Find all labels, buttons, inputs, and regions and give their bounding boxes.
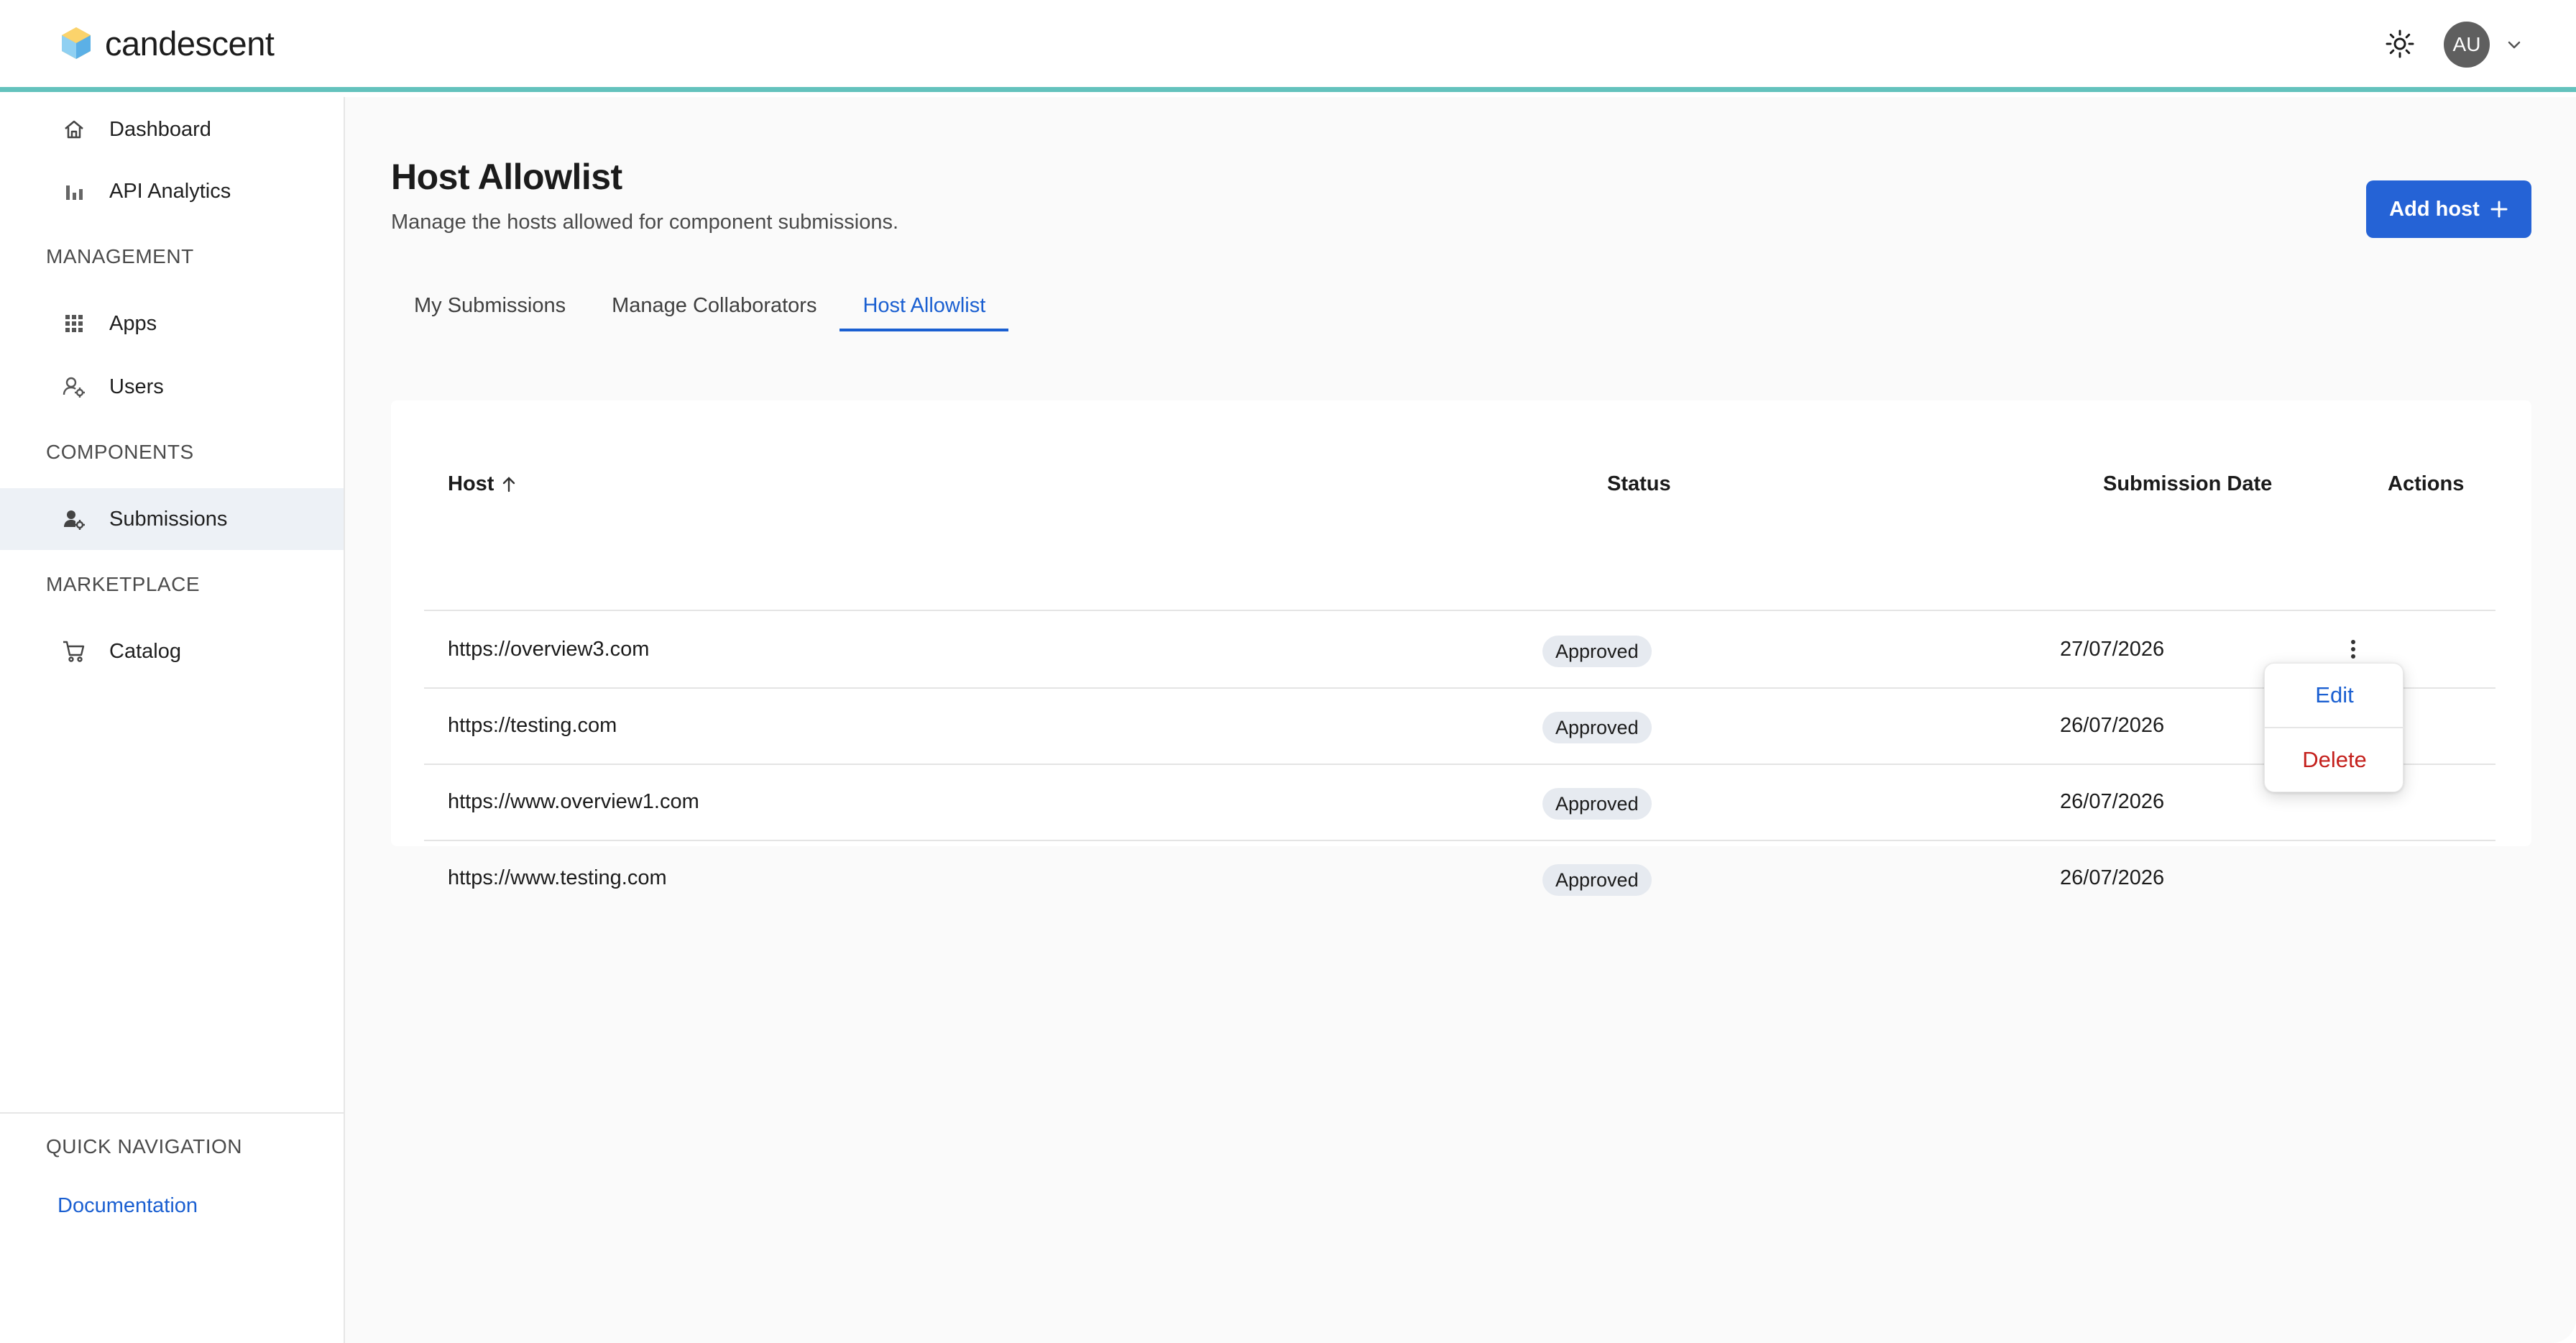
- bar-chart-icon: [60, 178, 88, 205]
- tab-bar: My Submissions Manage Collaborators Host…: [391, 280, 1009, 331]
- sidebar-item-api-analytics[interactable]: API Analytics: [0, 160, 344, 222]
- sidebar-divider: [0, 1112, 344, 1114]
- top-header: candescent AU: [0, 0, 2576, 92]
- table-row: https://overview3.com Approved 27/07/202…: [424, 611, 2496, 687]
- table-row: https://www.testing.com Approved 26/07/2…: [424, 840, 2496, 916]
- cart-icon: [60, 638, 88, 665]
- host-table-card: Host Status Submission Date Actions http…: [391, 400, 2531, 896]
- tab-manage-collaborators[interactable]: Manage Collaborators: [589, 280, 840, 331]
- edit-menu-item[interactable]: Edit: [2265, 664, 2404, 727]
- sidebar-item-label: Dashboard: [109, 117, 211, 141]
- brand-name: candescent: [105, 24, 275, 63]
- documentation-link[interactable]: Documentation: [58, 1194, 198, 1218]
- logo-hexagon-icon: [62, 27, 91, 59]
- status-badge: Approved: [1542, 636, 1652, 667]
- sidebar-item-label: Catalog: [109, 639, 181, 663]
- chevron-down-icon: [2508, 41, 2521, 49]
- column-header-actions: Actions: [2388, 472, 2465, 495]
- brand-logo[interactable]: candescent: [60, 24, 275, 63]
- sidebar-item-apps[interactable]: Apps: [0, 293, 344, 354]
- sidebar: Dashboard API Analytics MANAGEMENT Apps: [0, 97, 345, 1343]
- host-cell: https://overview3.com: [448, 637, 650, 661]
- section-label-management: MANAGEMENT: [46, 245, 194, 267]
- sidebar-item-label: Users: [109, 375, 164, 398]
- sidebar-item-label: Apps: [109, 311, 157, 335]
- sidebar-item-label: API Analytics: [109, 179, 231, 203]
- status-badge: Approved: [1542, 788, 1652, 820]
- column-header-label: Host: [448, 472, 494, 495]
- tab-host-allowlist[interactable]: Host Allowlist: [840, 280, 1009, 331]
- table-row: https://testing.com Approved 26/07/2026: [424, 687, 2496, 764]
- delete-menu-item[interactable]: Delete: [2265, 728, 2404, 792]
- page-subtitle: Manage the hosts allowed for component s…: [391, 211, 899, 234]
- section-label-marketplace: MARKETPLACE: [46, 573, 200, 595]
- sort-ascending-icon: [503, 476, 515, 492]
- section-label-quick-navigation: QUICK NAVIGATION: [46, 1135, 242, 1158]
- host-cell: https://www.overview1.com: [448, 789, 699, 813]
- sidebar-item-dashboard[interactable]: Dashboard: [0, 98, 344, 160]
- table-row: https://www.overview1.com Approved 26/07…: [424, 764, 2496, 840]
- main-content: Host Allowlist Manage the hosts allowed …: [345, 97, 2576, 1343]
- more-vertical-icon: [2351, 640, 2355, 659]
- user-settings-icon: [60, 373, 88, 400]
- row-actions-button[interactable]: [2339, 635, 2368, 664]
- add-host-button[interactable]: Add host: [2366, 180, 2531, 238]
- user-gear-icon: [60, 505, 88, 533]
- status-badge: Approved: [1542, 864, 1652, 896]
- tab-my-submissions[interactable]: My Submissions: [391, 280, 589, 331]
- date-cell: 26/07/2026: [2060, 866, 2165, 889]
- page-title: Host Allowlist: [391, 157, 622, 197]
- sidebar-item-label: Submissions: [109, 507, 228, 531]
- avatar[interactable]: AU: [2444, 22, 2490, 68]
- host-cell: https://www.testing.com: [448, 866, 667, 889]
- sidebar-item-catalog[interactable]: Catalog: [0, 620, 344, 682]
- column-header-submission-date[interactable]: Submission Date: [2103, 472, 2272, 496]
- date-cell: 27/07/2026: [2060, 637, 2165, 661]
- section-label-components: COMPONENTS: [46, 441, 194, 463]
- column-header-host[interactable]: Host: [448, 472, 518, 496]
- sidebar-item-submissions[interactable]: Submissions: [0, 488, 344, 550]
- row-actions-menu: Edit Delete: [2264, 663, 2404, 792]
- grid-icon: [60, 310, 88, 337]
- theme-toggle-button[interactable]: [2383, 27, 2416, 60]
- sun-icon: [2386, 29, 2414, 58]
- plus-icon: [2490, 201, 2508, 218]
- host-cell: https://testing.com: [448, 713, 617, 737]
- app-window: candescent AU Dashboard API Analytics MA…: [0, 0, 2576, 1343]
- status-badge: Approved: [1542, 712, 1652, 743]
- date-cell: 26/07/2026: [2060, 713, 2165, 737]
- sidebar-item-users[interactable]: Users: [0, 356, 344, 418]
- home-icon: [60, 116, 88, 143]
- account-menu-toggle[interactable]: [2504, 35, 2524, 55]
- date-cell: 26/07/2026: [2060, 789, 2165, 813]
- add-host-label: Add host: [2389, 197, 2480, 221]
- column-header-status[interactable]: Status: [1607, 472, 1671, 496]
